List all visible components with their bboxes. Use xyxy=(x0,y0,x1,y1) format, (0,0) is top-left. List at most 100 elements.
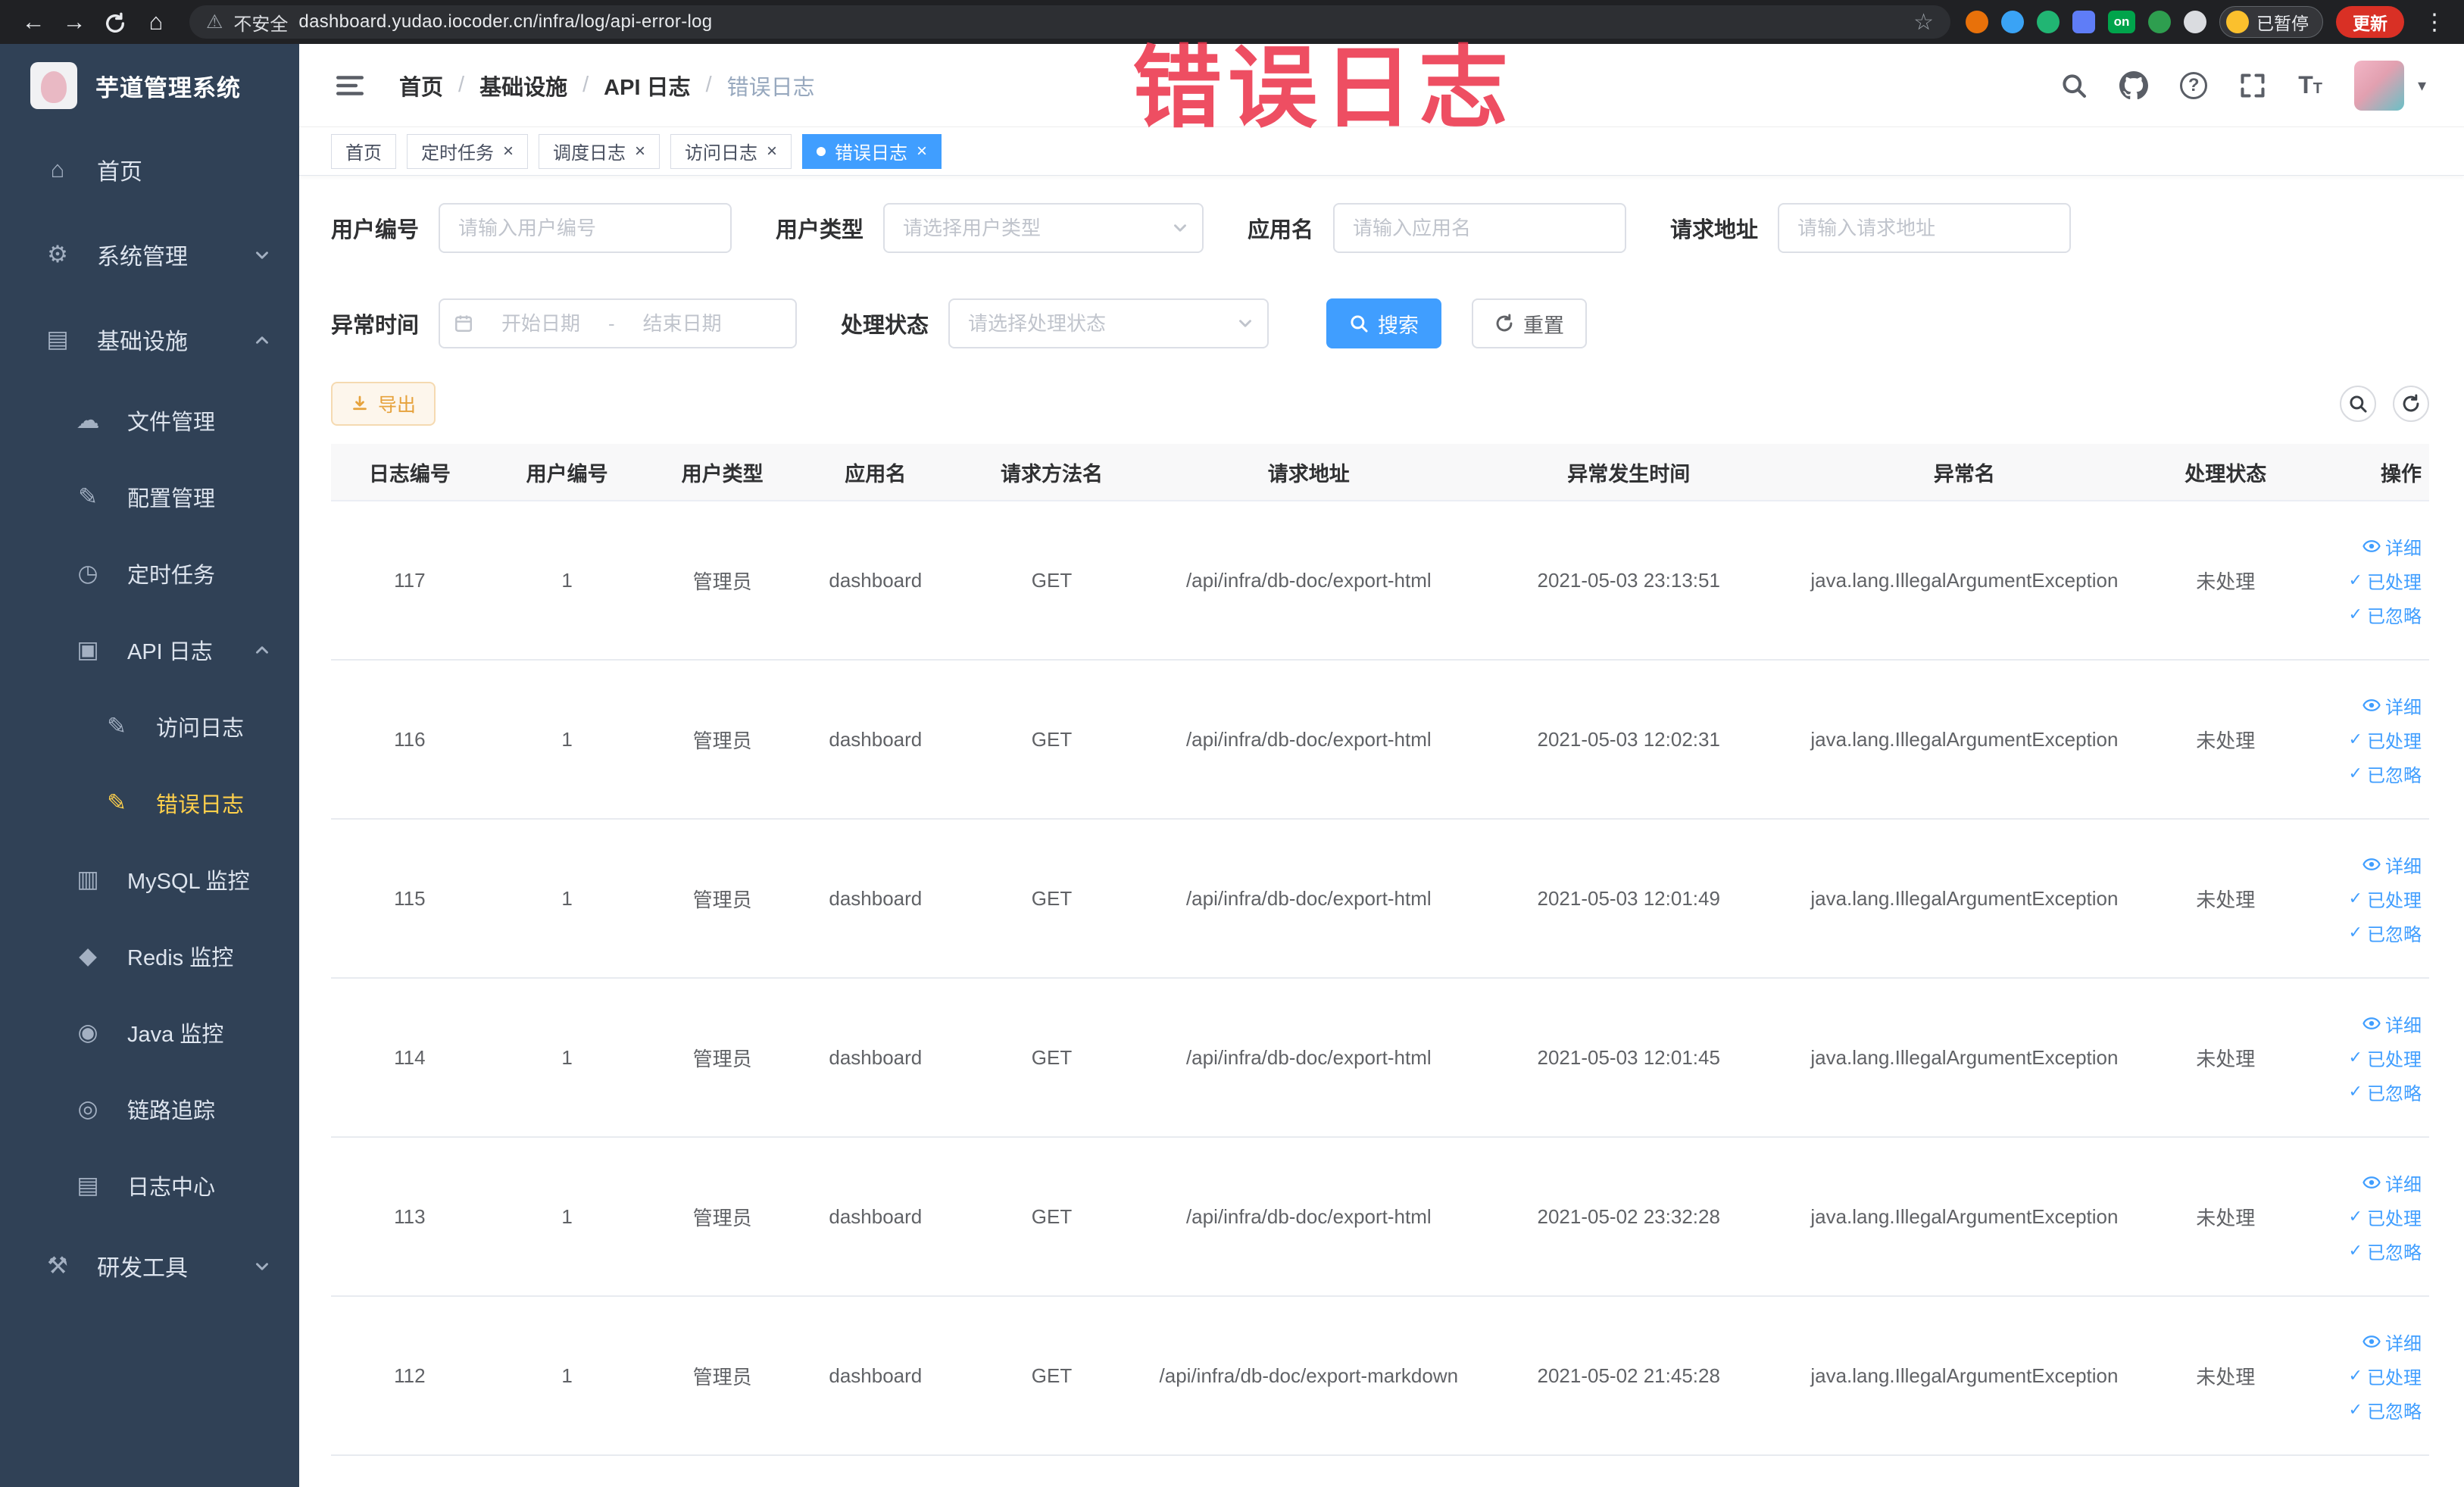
sidebar-item-mysql-monitor[interactable]: ▥ MySQL 监控 xyxy=(0,841,299,917)
toggle-search-button[interactable] xyxy=(2340,386,2376,422)
process-link[interactable]: ✓ 已处理 xyxy=(2349,886,2422,912)
sidebar-collapse-icon[interactable] xyxy=(334,70,366,102)
chrome-update-button[interactable]: 更新 xyxy=(2336,6,2404,38)
fullscreen-icon[interactable] xyxy=(2239,72,2266,99)
detail-link[interactable]: 详细 xyxy=(2363,1170,2422,1196)
sidebar-item-api-logs[interactable]: ▣ API 日志 xyxy=(0,611,299,688)
table-row: 115 1 管理员 dashboard GET /api/infra/db-do… xyxy=(331,820,2429,979)
sidebar-item-log-center[interactable]: ▤ 日志中心 xyxy=(0,1147,299,1223)
ignore-link[interactable]: ✓ 已忽略 xyxy=(2349,1397,2422,1423)
sidebar-item-redis-monitor[interactable]: ◆ Redis 监控 xyxy=(0,917,299,994)
ignore-link[interactable]: ✓ 已忽略 xyxy=(2349,1079,2422,1105)
tab-access-log[interactable]: 访问日志 × xyxy=(670,133,792,169)
sidebar-item-error-log[interactable]: ✎ 错误日志 xyxy=(0,764,299,841)
sidebar-item-home[interactable]: ⌂ 首页 xyxy=(0,127,299,212)
user-type-select[interactable] xyxy=(883,203,1204,253)
export-button[interactable]: 导出 xyxy=(331,382,436,426)
cell-log-id: 115 xyxy=(394,886,426,910)
sidebar-item-config-management[interactable]: ✎ 配置管理 xyxy=(0,458,299,535)
detail-link[interactable]: 详细 xyxy=(2363,851,2422,878)
reload-icon[interactable] xyxy=(97,8,133,36)
request-url-input[interactable] xyxy=(1778,203,2072,253)
sidebar-item-system-management[interactable]: ⚙ 系统管理 xyxy=(0,212,299,297)
tab-scheduled-tasks[interactable]: 定时任务 × xyxy=(407,133,529,169)
extension-icon[interactable] xyxy=(2072,11,2095,33)
process-link[interactable]: ✓ 已处理 xyxy=(2349,1204,2422,1230)
detail-link[interactable]: 详细 xyxy=(2363,1329,2422,1355)
avatar-caret-icon[interactable]: ▾ xyxy=(2418,76,2426,95)
detail-link[interactable]: 详细 xyxy=(2363,1011,2422,1037)
process-link[interactable]: ✓ 已处理 xyxy=(2349,1045,2422,1071)
process-status-select-input[interactable] xyxy=(948,298,1269,348)
process-link[interactable]: ✓ 已处理 xyxy=(2349,1363,2422,1389)
app-name-input[interactable] xyxy=(1333,203,1627,253)
breadcrumb-item[interactable]: 基础设施 xyxy=(479,70,567,102)
bookmark-star-icon[interactable]: ☆ xyxy=(1913,9,1934,36)
trace-icon: ◎ xyxy=(77,1095,98,1122)
user-type-select-input[interactable] xyxy=(883,203,1204,253)
cell-exception: java.lang.IllegalArgumentException xyxy=(1810,1364,2119,1387)
breadcrumb-item[interactable]: API 日志 xyxy=(604,70,690,102)
detail-link[interactable]: 详细 xyxy=(2363,692,2422,719)
help-icon[interactable]: ? xyxy=(2180,71,2208,99)
error-log-table: 日志编号 用户编号 用户类型 应用名 请求方法名 请求地址 异常发生时间 异常名… xyxy=(331,444,2429,1456)
close-icon[interactable]: × xyxy=(917,142,927,161)
sidebar-item-dev-tools[interactable]: ⚒ 研发工具 xyxy=(0,1223,299,1308)
cell-actions: 详细 ✓ 已处理 ✓ 已忽略 xyxy=(2314,1011,2429,1105)
sidebar-item-infrastructure[interactable]: ▤ 基础设施 xyxy=(0,297,299,382)
github-icon[interactable] xyxy=(2119,71,2148,100)
app-logo-row[interactable]: 芋道管理系统 xyxy=(0,44,299,127)
sidebar-item-tracing[interactable]: ◎ 链路追踪 xyxy=(0,1070,299,1147)
extension-icon[interactable] xyxy=(2037,11,2060,33)
ignore-link[interactable]: ✓ 已忽略 xyxy=(2349,1238,2422,1264)
font-size-icon[interactable]: TT xyxy=(2298,71,2322,99)
ignore-link[interactable]: ✓ 已忽略 xyxy=(2349,761,2422,787)
search-button[interactable]: 搜索 xyxy=(1326,298,1442,348)
breadcrumb-item[interactable]: 首页 xyxy=(399,70,443,102)
browser-home-icon[interactable]: ⌂ xyxy=(138,8,174,36)
security-label[interactable]: 不安全 xyxy=(233,9,288,36)
browser-menu-icon[interactable]: ⋮ xyxy=(2423,9,2446,36)
close-icon[interactable]: × xyxy=(635,142,645,161)
sidebar-item-scheduled-tasks[interactable]: ◷ 定时任务 xyxy=(0,535,299,611)
process-link[interactable]: ✓ 已处理 xyxy=(2349,726,2422,753)
user-id-input[interactable] xyxy=(439,203,732,253)
cell-url: /api/infra/db-doc/export-html xyxy=(1185,886,1432,910)
end-date-input[interactable] xyxy=(622,311,742,336)
extension-icon[interactable] xyxy=(1966,11,1988,33)
extension-icon[interactable] xyxy=(2001,11,2024,33)
ignore-link[interactable]: ✓ 已忽略 xyxy=(2349,601,2422,628)
cell-user-id: 1 xyxy=(561,1045,573,1069)
page-content: 用户编号 用户类型 应用名 请求地址 xyxy=(299,176,2464,1487)
extension-on-badge[interactable]: on xyxy=(2108,11,2135,33)
process-link[interactable]: ✓ 已处理 xyxy=(2349,567,2422,594)
cell-log-id: 117 xyxy=(394,568,426,592)
detail-link[interactable]: 详细 xyxy=(2363,533,2422,560)
start-date-input[interactable] xyxy=(481,311,601,336)
extension-icon[interactable] xyxy=(2148,11,2171,33)
extension-icon[interactable] xyxy=(2184,11,2206,33)
process-status-select[interactable] xyxy=(948,298,1269,348)
avatar[interactable] xyxy=(2353,60,2404,111)
sidebar-item-label: Java 监控 xyxy=(127,1022,224,1047)
tab-schedule-log[interactable]: 调度日志 × xyxy=(539,133,661,169)
reset-button[interactable]: 重置 xyxy=(1472,298,1588,348)
profile-paused-badge[interactable]: 已暂停 xyxy=(2219,6,2323,38)
tab-error-log[interactable]: 错误日志 × xyxy=(802,133,942,169)
address-bar[interactable]: ⚠ 不安全 dashboard.yudao.iocoder.cn/infra/l… xyxy=(189,5,1950,39)
close-icon[interactable]: × xyxy=(767,142,777,161)
back-icon[interactable]: ← xyxy=(15,8,52,36)
cell-user-type: 管理员 xyxy=(692,1365,752,1389)
tab-home[interactable]: 首页 xyxy=(331,133,396,169)
column-header: 请求方法名 xyxy=(1000,462,1103,486)
sidebar-item-file-management[interactable]: ☁ 文件管理 xyxy=(0,382,299,458)
ignore-link[interactable]: ✓ 已忽略 xyxy=(2349,920,2422,946)
search-icon[interactable] xyxy=(2060,72,2088,99)
filter-process-status: 处理状态 xyxy=(841,298,1269,348)
refresh-button[interactable] xyxy=(2393,386,2429,422)
sidebar-item-java-monitor[interactable]: ◉ Java 监控 xyxy=(0,994,299,1070)
sidebar-item-access-log[interactable]: ✎ 访问日志 xyxy=(0,688,299,764)
forward-icon[interactable]: → xyxy=(56,8,92,36)
close-icon[interactable]: × xyxy=(503,142,514,161)
date-range-picker[interactable]: - xyxy=(439,298,798,348)
